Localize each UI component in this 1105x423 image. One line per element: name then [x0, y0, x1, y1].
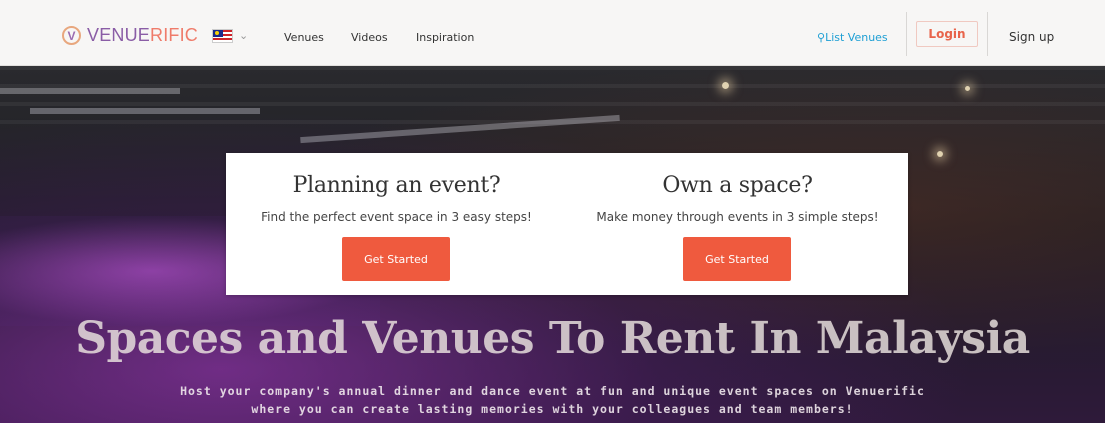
- hero-title-line2: Spaces and Venues To Rent In Malaysia: [75, 313, 1030, 364]
- owner-text: Make money through events in 3 simple st…: [596, 210, 879, 224]
- nav-videos[interactable]: Videos: [351, 31, 388, 44]
- cta-panel: Planning an event? Find the perfect even…: [226, 153, 908, 295]
- signup-link[interactable]: Sign up: [1009, 30, 1054, 44]
- owner-title: Own a space?: [662, 173, 813, 198]
- ceiling-light: [965, 86, 970, 91]
- login-wrapper: Login: [906, 12, 988, 56]
- brand-name-part1: VENUE: [87, 25, 151, 45]
- owner-column: Own a space? Make money through events i…: [567, 153, 908, 295]
- nav-inspiration[interactable]: Inspiration: [416, 31, 474, 44]
- top-navbar: V VENUERIFIC ⌄ Venues Videos Inspiration…: [0, 0, 1105, 66]
- brand-name-part2: RIFIC: [150, 25, 199, 45]
- map-pin-icon: ⚲: [817, 31, 826, 44]
- login-button[interactable]: Login: [916, 21, 978, 47]
- brand-wordmark: VENUERIFIC: [87, 25, 198, 46]
- hero-ceiling-decor: [0, 66, 1105, 126]
- chevron-down-icon[interactable]: ⌄: [239, 29, 248, 42]
- logo-letter: V: [67, 28, 76, 43]
- malaysia-flag-icon[interactable]: [212, 28, 234, 43]
- hero-subtitle-line1: Host your company's annual dinner and da…: [180, 384, 925, 398]
- hero-subtitle-line2: where you can create lasting memories wi…: [251, 402, 854, 416]
- owner-get-started-button[interactable]: Get Started: [683, 237, 791, 281]
- planner-column: Planning an event? Find the perfect even…: [226, 153, 567, 295]
- list-venues-label: List Venues: [825, 31, 888, 44]
- nav-venues[interactable]: Venues: [284, 31, 324, 44]
- planner-get-started-button[interactable]: Get Started: [342, 237, 450, 281]
- ceiling-light: [937, 151, 943, 157]
- ceiling-light: [722, 82, 729, 89]
- list-venues-link[interactable]: ⚲List Venues: [817, 31, 888, 44]
- logo-icon: V: [62, 26, 81, 45]
- brand-logo[interactable]: V VENUERIFIC ⌄: [62, 25, 248, 46]
- ceiling-beam: [0, 88, 180, 94]
- planner-title: Planning an event?: [292, 173, 501, 198]
- planner-text: Find the perfect event space in 3 easy s…: [261, 210, 532, 224]
- ceiling-beam: [30, 108, 260, 114]
